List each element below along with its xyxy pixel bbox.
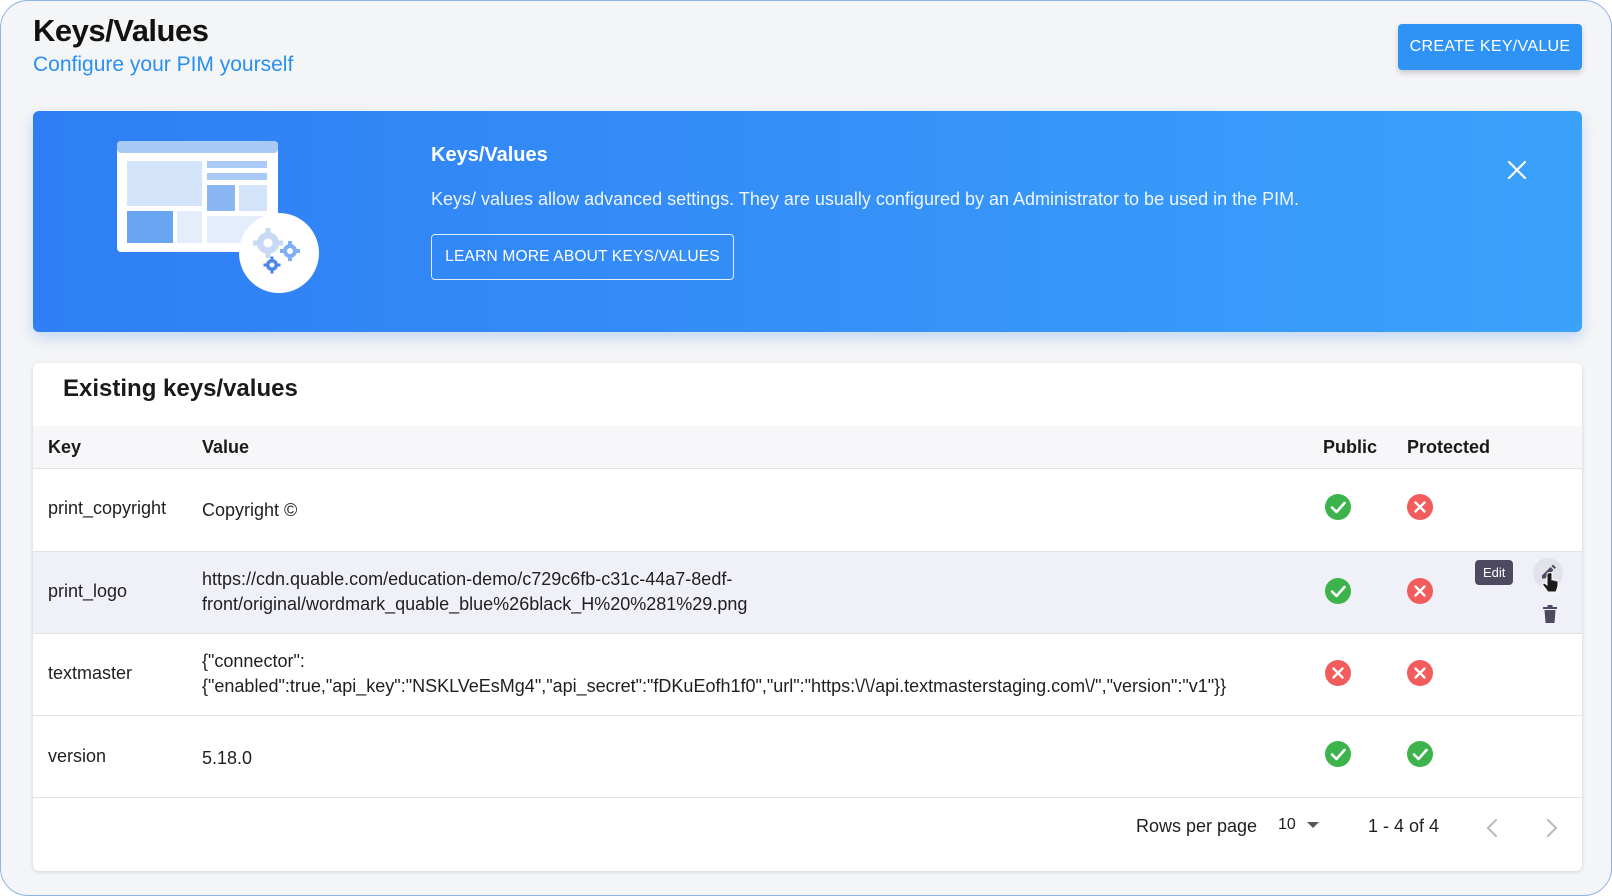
trash-icon[interactable] [1542,604,1558,629]
app-window: Keys/Values Configure your PIM yourself … [0,0,1612,896]
table-row[interactable]: version 5.18.0 [33,716,1582,798]
row-value: {"connector": {"enabled":true,"api_key":… [202,649,1226,699]
column-header-value[interactable]: Value [202,437,249,458]
close-icon[interactable] [1503,156,1531,184]
chevron-right-icon[interactable] [1545,817,1559,844]
cross-icon [1407,578,1433,604]
dashboard-illustration [117,141,327,306]
table-row[interactable]: print_copyright Copyright © [33,470,1582,552]
column-header-public[interactable]: Public [1323,437,1377,458]
column-header-key[interactable]: Key [48,437,81,458]
rows-per-page-value: 10 [1278,815,1296,833]
page-title: Keys/Values [33,13,209,48]
page-subtitle: Configure your PIM yourself [33,53,294,76]
row-key: textmaster [48,663,133,683]
check-icon [1407,741,1433,767]
rows-per-page-select[interactable]: 10 [1278,814,1320,835]
banner-description: Keys/ values allow advanced settings. Th… [431,189,1300,209]
cross-icon [1407,660,1433,686]
row-key: version [48,746,107,766]
info-banner: Keys/Values Keys/ values allow advanced … [33,111,1582,332]
check-icon [1325,741,1351,767]
row-value: 5.18.0 [202,748,253,768]
table-header: Key Value Public Protected [33,426,1582,469]
row-key: print_copyright [48,498,167,518]
row-value-line: {"connector": [202,651,305,671]
caret-down-icon [1306,814,1320,835]
check-icon [1325,494,1351,520]
row-value-line: front/original/wordmark_quable_blue%26bl… [202,594,748,614]
row-value: https://cdn.quable.com/education-demo/c7… [202,567,747,617]
table-row[interactable]: print_logo https://cdn.quable.com/educat… [33,552,1582,634]
cursor-icon [1542,571,1560,601]
create-key-value-button[interactable]: CREATE KEY/VALUE [1398,24,1582,70]
row-value: Copyright © [202,500,298,520]
pagination: Rows per page 10 1 - 4 of 4 [33,795,1582,871]
column-header-protected[interactable]: Protected [1407,437,1490,458]
row-value-line: https://cdn.quable.com/education-demo/c7… [202,569,733,589]
learn-more-button[interactable]: LEARN MORE ABOUT KEYS/VALUES [431,234,734,280]
row-value-line: {"enabled":true,"api_key":"NSKLVeEsMg4",… [202,676,1227,696]
table-row[interactable]: textmaster {"connector": {"enabled":true… [33,634,1582,716]
row-key: print_logo [48,581,128,601]
cross-icon [1325,660,1351,686]
pagination-range: 1 - 4 of 4 [1368,816,1440,836]
rows-per-page-label: Rows per page [1136,816,1258,836]
card-title: Existing keys/values [63,375,298,402]
check-icon [1325,578,1351,604]
keys-values-card: Existing keys/values Key Value Public Pr… [33,363,1582,871]
cross-icon [1407,494,1433,520]
banner-title: Keys/Values [431,144,548,166]
edit-tooltip: Edit [1475,560,1514,585]
chevron-left-icon[interactable] [1485,817,1499,844]
